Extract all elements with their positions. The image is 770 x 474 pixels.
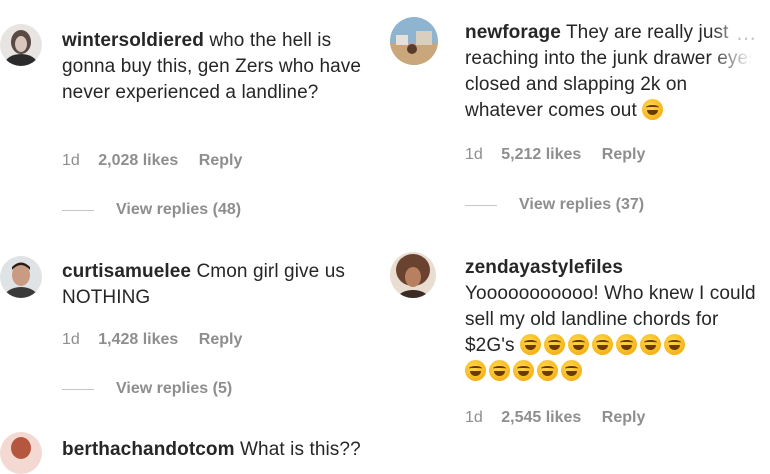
comment-text: zendayastylefiles Yooooooooooo! Who knew… [465,255,770,385]
replies-divider [62,209,94,211]
laughing-emoji-icon [513,360,534,381]
avatar[interactable] [390,17,438,65]
avatar[interactable] [0,256,42,298]
comment-time[interactable]: 1d [465,146,483,163]
view-replies-button[interactable]: View replies (37) [465,196,644,214]
emoji-group [642,99,664,120]
ellipsis-icon[interactable]: ⋯ [736,26,756,51]
reply-button[interactable]: Reply [199,152,243,169]
emoji-group [465,360,582,381]
comment-body: curtisamuelee Cmon girl give us NOTHING [62,259,367,311]
comment-username[interactable]: wintersoldiered [62,30,204,51]
comment-meta: 1d 5,212 likes Reply [465,146,661,164]
laughing-emoji-icon [537,360,558,381]
avatar[interactable] [390,252,436,298]
comment-text: berthachandotcom What is this?? [62,437,382,463]
laughing-emoji-icon [615,334,637,355]
replies-divider [62,388,94,390]
likes-count[interactable]: 5,212 likes [501,146,581,163]
avatar[interactable] [0,432,42,474]
view-replies-button[interactable]: View replies (5) [62,380,232,398]
comment-meta: 1d 2,545 likes Reply [465,409,661,427]
comment-username[interactable]: zendayastylefiles [465,257,623,278]
laughing-emoji-icon [489,360,510,381]
view-replies-label: View replies (37) [519,196,645,213]
comments-column-right: newforage They are really just reaching … [390,0,770,460]
laughing-emoji-icon [543,334,565,355]
laughing-emoji-icon [591,334,613,355]
laughing-emoji-icon [639,334,661,355]
likes-count[interactable]: 2,545 likes [501,409,581,426]
comment-username[interactable]: curtisamuelee [62,261,191,282]
view-replies-label: View replies (5) [116,380,233,397]
laughing-emoji-icon [567,334,589,355]
view-replies-label: View replies (48) [116,201,242,218]
reply-button[interactable]: Reply [602,146,646,163]
likes-count[interactable]: 2,028 likes [98,152,178,169]
likes-count[interactable]: 1,428 likes [98,331,178,348]
comment-time[interactable]: 1d [62,152,80,169]
emoji-group [519,334,685,355]
comment-meta: 1d 2,028 likes Reply [62,152,258,170]
comment-body: zendayastylefiles Yooooooooooo! Who knew… [465,255,770,385]
comment-content: What is this?? [240,439,361,460]
reply-button[interactable]: Reply [602,409,646,426]
comment-body: berthachandotcom What is this?? [62,437,382,463]
view-replies-button[interactable]: View replies (48) [62,201,241,219]
comments-column-left: wintersoldiered who the hell is gonna bu… [0,0,385,474]
laughing-emoji-icon [642,99,664,120]
laughing-emoji-icon [561,360,582,381]
comment-meta: 1d 1,428 likes Reply [62,331,258,349]
laughing-emoji-icon [465,360,486,381]
replies-divider [465,204,497,206]
avatar[interactable] [0,24,42,66]
reply-button[interactable]: Reply [199,331,243,348]
comment-time[interactable]: 1d [465,409,483,426]
comment-time[interactable]: 1d [62,331,80,348]
comment-body: wintersoldiered who the hell is gonna bu… [62,28,362,106]
laughing-emoji-icon [519,334,541,355]
comment-text: wintersoldiered who the hell is gonna bu… [62,28,362,106]
comment-text: curtisamuelee Cmon girl give us NOTHING [62,259,367,311]
laughing-emoji-icon [663,334,685,355]
comment-username[interactable]: berthachandotcom [62,439,235,460]
comment-username[interactable]: newforage [465,22,561,43]
